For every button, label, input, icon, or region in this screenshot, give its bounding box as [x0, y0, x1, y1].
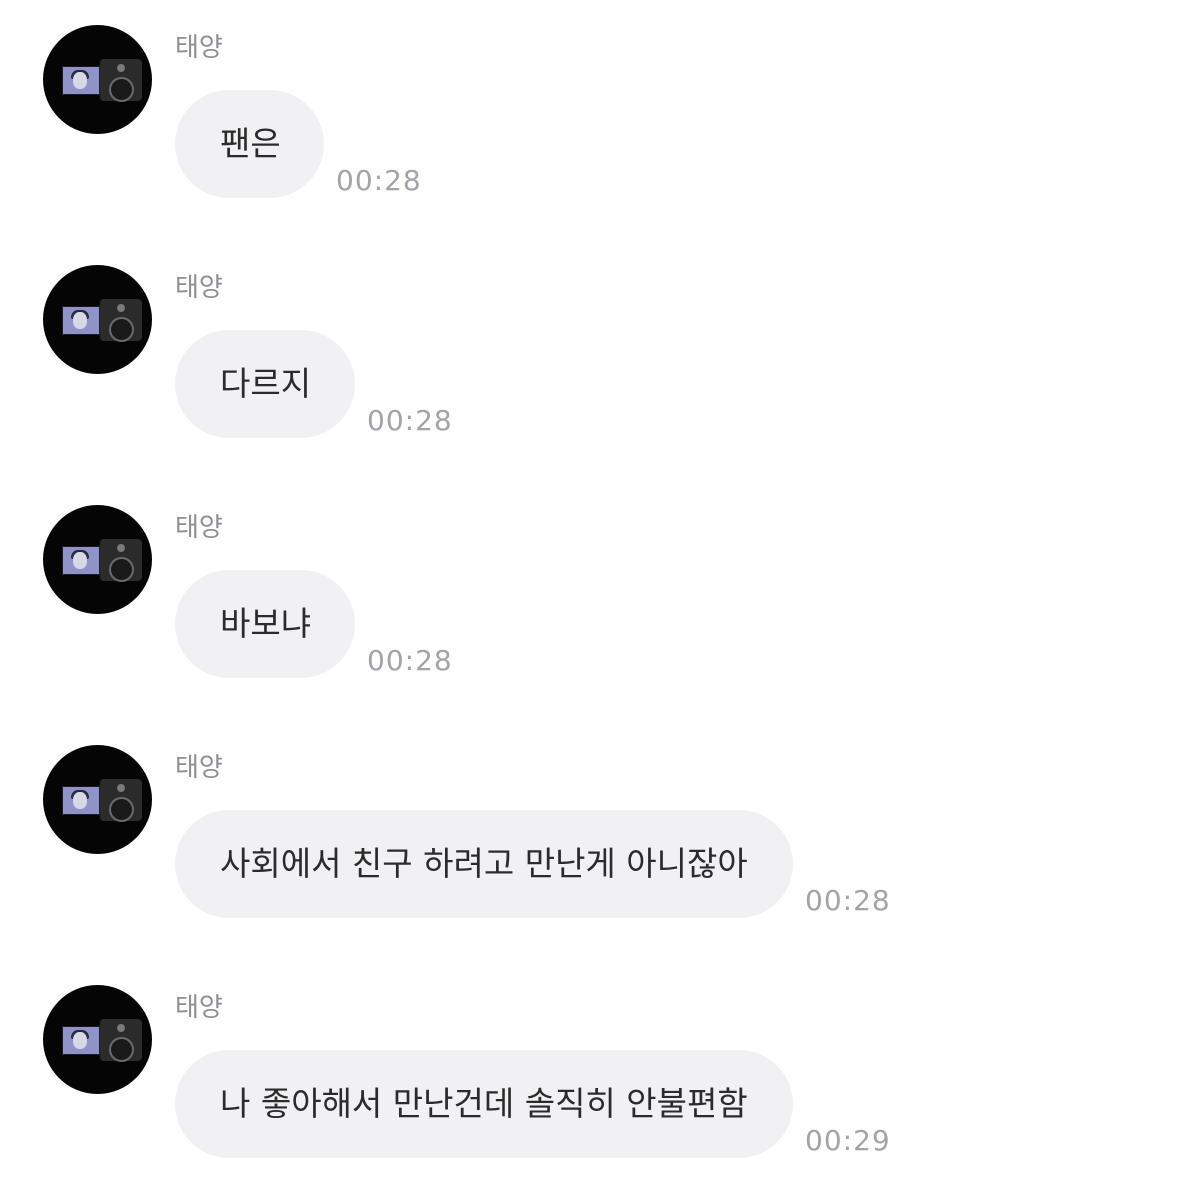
avatar-camera-button-icon [117, 544, 125, 552]
message-bubble[interactable]: 바보냐 [175, 570, 355, 678]
sender-avatar[interactable] [43, 265, 152, 374]
avatar-camera-dial-icon [109, 77, 134, 102]
sender-name: 태양 [175, 753, 223, 783]
sender-name: 태양 [175, 273, 223, 303]
avatar-camera-dial-icon [109, 557, 134, 582]
message-timestamp: 00:28 [336, 164, 422, 197]
message-timestamp: 00:28 [367, 644, 453, 677]
chat-message-list[interactable]: 태양 팬은 00:28 태양 다르지 00:28 태양 바보냐 00:28 태양… [0, 0, 1200, 1194]
avatar-camera-screen-icon [62, 546, 100, 575]
message-bubble[interactable]: 사회에서 친구 하려고 만난게 아니잖아 [175, 810, 793, 918]
avatar-camera-button-icon [117, 304, 125, 312]
message-bubble[interactable]: 나 좋아해서 만난건데 솔직히 안불편함 [175, 1050, 793, 1158]
sender-avatar[interactable] [43, 25, 152, 134]
avatar-camera-button-icon [117, 784, 125, 792]
avatar-camera-dial-icon [109, 317, 134, 342]
avatar-camera-screen-icon [62, 786, 100, 815]
message-timestamp: 00:28 [367, 404, 453, 437]
message-bubble[interactable]: 다르지 [175, 330, 355, 438]
sender-name: 태양 [175, 33, 223, 63]
avatar-camera-button-icon [117, 64, 125, 72]
avatar-camera-screen-icon [62, 66, 100, 95]
avatar-camera-dial-icon [109, 1037, 134, 1062]
message-row: 태양 팬은 00:28 [0, 0, 1200, 200]
message-row: 태양 사회에서 친구 하려고 만난게 아니잖아 00:28 [0, 720, 1200, 920]
sender-avatar[interactable] [43, 985, 152, 1094]
sender-name: 태양 [175, 993, 223, 1023]
message-row: 태양 바보냐 00:28 [0, 480, 1200, 680]
sender-name: 태양 [175, 513, 223, 543]
avatar-camera-button-icon [117, 1024, 125, 1032]
avatar-camera-dial-icon [109, 797, 134, 822]
message-timestamp: 00:28 [805, 884, 891, 917]
sender-avatar[interactable] [43, 505, 152, 614]
avatar-camera-screen-icon [62, 306, 100, 335]
message-row: 태양 나 좋아해서 만난건데 솔직히 안불편함 00:29 [0, 960, 1200, 1160]
message-bubble[interactable]: 팬은 [175, 90, 324, 198]
message-timestamp: 00:29 [805, 1124, 891, 1157]
sender-avatar[interactable] [43, 745, 152, 854]
avatar-camera-screen-icon [62, 1026, 100, 1055]
message-row: 태양 다르지 00:28 [0, 240, 1200, 440]
